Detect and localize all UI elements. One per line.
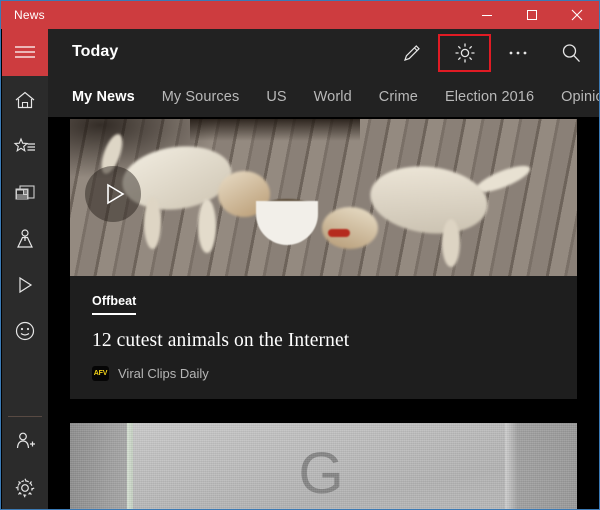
source-badge-icon: AFV	[92, 366, 109, 381]
dog-head	[322, 207, 378, 249]
sidebar-menu-button[interactable]	[2, 29, 48, 75]
ellipsis-icon	[509, 51, 526, 55]
sidebar-item-video[interactable]	[2, 262, 48, 308]
search-icon	[562, 44, 580, 63]
tab-world[interactable]: World	[314, 89, 352, 105]
person-podium-icon	[17, 229, 33, 248]
minimize-icon	[481, 15, 492, 16]
sidebar-nav-rail	[2, 29, 48, 509]
person-add-icon	[16, 432, 35, 449]
image-texture	[70, 423, 577, 509]
tab-us[interactable]: US	[266, 89, 286, 105]
page-title: Today	[72, 43, 119, 60]
sidebar-item-my-news[interactable]	[2, 124, 48, 170]
sidebar-item-settings[interactable]	[2, 465, 48, 509]
brightness-button[interactable]	[438, 34, 491, 72]
article-card-body: Offbeat 12 cutest animals on the Interne…	[70, 276, 577, 399]
maximize-icon	[526, 10, 537, 20]
sidebar-item-local[interactable]	[2, 308, 48, 354]
star-list-icon	[13, 137, 35, 153]
play-triangle-icon	[107, 183, 125, 205]
sidebar-item-interests[interactable]	[2, 216, 48, 262]
more-button[interactable]	[491, 34, 544, 72]
newspaper-icon	[15, 185, 35, 200]
sidebar-item-account[interactable]	[2, 418, 48, 464]
search-button[interactable]	[544, 34, 597, 72]
dog-leg	[442, 219, 460, 267]
article-thumbnail[interactable]	[70, 119, 577, 276]
dog-leg	[198, 199, 216, 253]
app-header-bar: Today	[48, 29, 599, 77]
tab-election-2016[interactable]: Election 2016	[445, 89, 534, 105]
close-icon	[571, 9, 582, 21]
sidebar-divider	[8, 416, 42, 417]
dog-collar	[328, 229, 350, 237]
tab-opinion[interactable]: Opinion	[561, 89, 599, 105]
pencil-icon	[403, 45, 420, 61]
home-icon	[15, 91, 35, 109]
article-category-underline	[92, 313, 137, 315]
deck-dark-area	[190, 119, 360, 141]
article-thumbnail[interactable]: G	[70, 423, 577, 509]
app-title: News	[14, 8, 45, 22]
window-controls	[464, 1, 599, 29]
dog-leg	[144, 197, 161, 249]
article-feed[interactable]: Offbeat 12 cutest animals on the Interne…	[48, 117, 599, 509]
sun-icon	[455, 43, 474, 63]
minimize-button[interactable]	[464, 1, 509, 29]
article-card[interactable]: Offbeat 12 cutest animals on the Interne…	[70, 119, 577, 399]
maximize-button[interactable]	[509, 1, 554, 29]
article-source-name: Viral Clips Daily	[118, 366, 209, 381]
play-button[interactable]	[85, 166, 141, 222]
edit-button[interactable]	[385, 34, 438, 72]
gear-icon	[15, 478, 35, 498]
tab-my-news[interactable]: My News	[72, 89, 135, 105]
tab-my-sources[interactable]: My Sources	[162, 89, 240, 105]
play-triangle-icon	[19, 276, 33, 294]
close-button[interactable]	[554, 1, 599, 29]
category-tab-bar: My News My Sources US World Crime Electi…	[48, 77, 599, 117]
tab-crime[interactable]: Crime	[379, 89, 418, 105]
hamburger-icon	[15, 46, 35, 58]
sidebar-item-home[interactable]	[2, 77, 48, 123]
article-category-wrap[interactable]: Offbeat	[92, 294, 137, 315]
sidebar-item-top-stories[interactable]	[2, 170, 48, 216]
smiley-icon	[15, 321, 35, 341]
article-title[interactable]: 12 cutest animals on the Internet	[92, 330, 555, 352]
title-bar: News	[1, 1, 599, 29]
article-card[interactable]: G	[70, 423, 577, 509]
article-source[interactable]: AFV Viral Clips Daily	[92, 366, 555, 381]
news-app-window: News Today My News My Sources US World C…	[0, 0, 600, 510]
article-category: Offbeat	[92, 294, 137, 308]
app-header-actions	[385, 29, 597, 77]
